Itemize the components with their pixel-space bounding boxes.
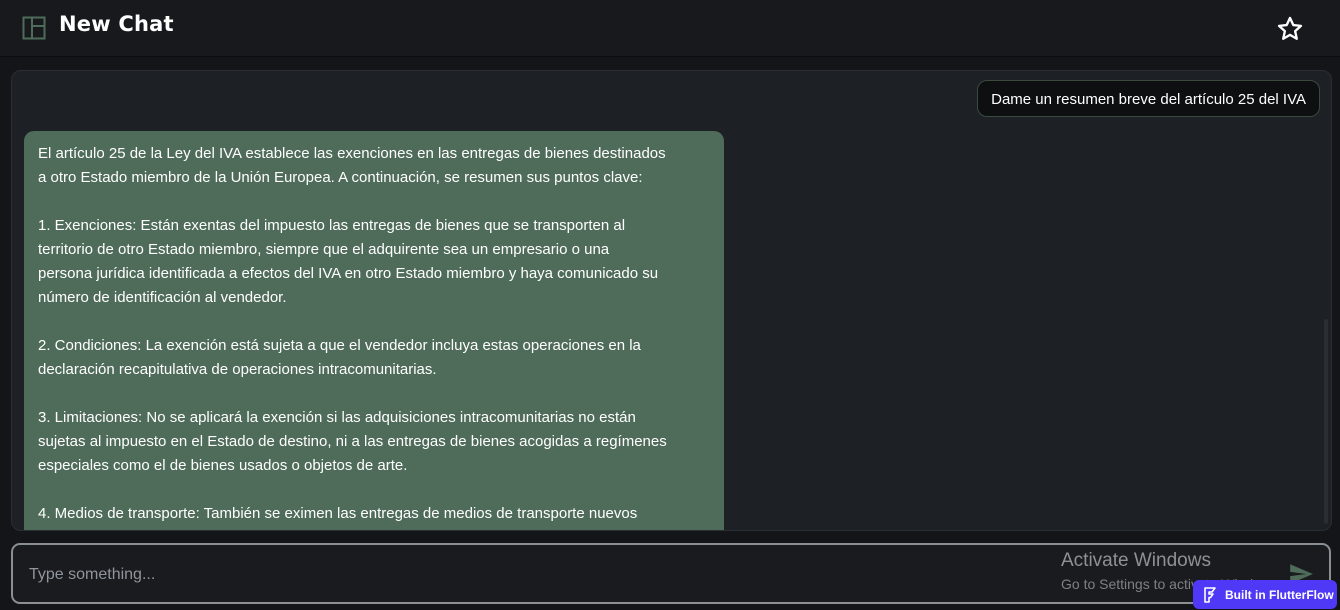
message-composer [11,543,1331,604]
chat-history[interactable]: Dame un resumen breve del artículo 25 de… [11,70,1332,531]
user-message-bubble: Dame un resumen breve del artículo 25 de… [977,80,1320,117]
page-title: New Chat [59,12,174,36]
message-input[interactable] [27,545,1231,604]
assistant-message-bubble: El artículo 25 de la Ley del IVA estable… [24,131,724,530]
star-outline-icon[interactable] [1276,15,1304,43]
flutterflow-logo-icon [1204,586,1216,603]
built-in-flutterflow-badge[interactable]: Built in FlutterFlow [1193,580,1337,609]
chat-scrollbar[interactable] [1324,319,1328,524]
app-bar: New Chat [0,0,1340,57]
sidebar-layout-icon[interactable] [22,16,46,40]
badge-label: Built in FlutterFlow [1225,587,1334,602]
